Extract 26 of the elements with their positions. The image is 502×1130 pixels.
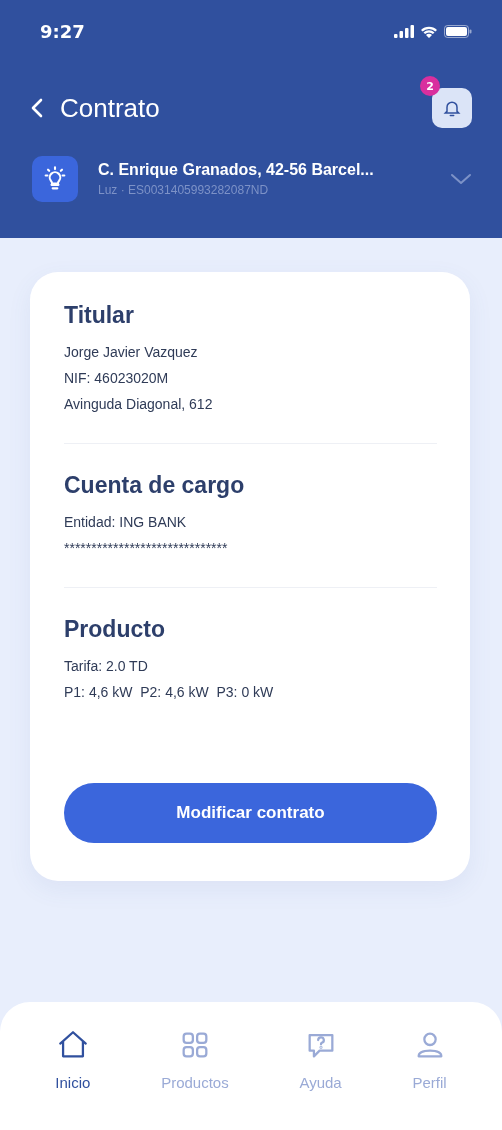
notification-badge: 2 (420, 76, 440, 96)
status-time: 9:27 (40, 20, 85, 42)
nav-tab[interactable]: Perfil (412, 1028, 447, 1092)
section-title: Producto (64, 616, 166, 643)
nav-tab[interactable]: Inicio (55, 1028, 91, 1092)
supply-detail: Luz · ES0031405993282087ND (98, 183, 270, 197)
detail-line: Entidad: ING BANK (64, 513, 188, 532)
battery-icon (444, 24, 472, 38)
detail-line: NIF: 46023020M (64, 369, 170, 388)
signal-icon (394, 24, 414, 38)
detail-line: P1: 4,6 kW P2: 4,6 kW P3: 0 kW (64, 683, 275, 702)
detail-line: ****************************** (64, 539, 229, 558)
nav-tab[interactable]: Productos (161, 1028, 229, 1092)
wifi-icon (420, 24, 438, 38)
chevron-down-icon[interactable] (450, 173, 472, 185)
detail-line: Jorge Javier Vazquez (64, 343, 199, 362)
detail-line: Tarifa: 2.0 TD (64, 657, 149, 676)
back-icon[interactable] (30, 97, 44, 119)
detail-line: Avinguda Diagonal, 612 (64, 395, 214, 414)
page-title: Contrato (60, 92, 160, 124)
notification-button[interactable] (432, 88, 472, 128)
section-title: Cuenta de cargo (64, 472, 246, 499)
section-title: Titular (64, 302, 135, 329)
nav-tab[interactable]: Ayuda (299, 1028, 342, 1092)
supply-address: C. Enrique Granados, 42-56 Barcel... (98, 161, 375, 179)
modify-contract-button[interactable]: Modificar contrato (64, 783, 437, 843)
